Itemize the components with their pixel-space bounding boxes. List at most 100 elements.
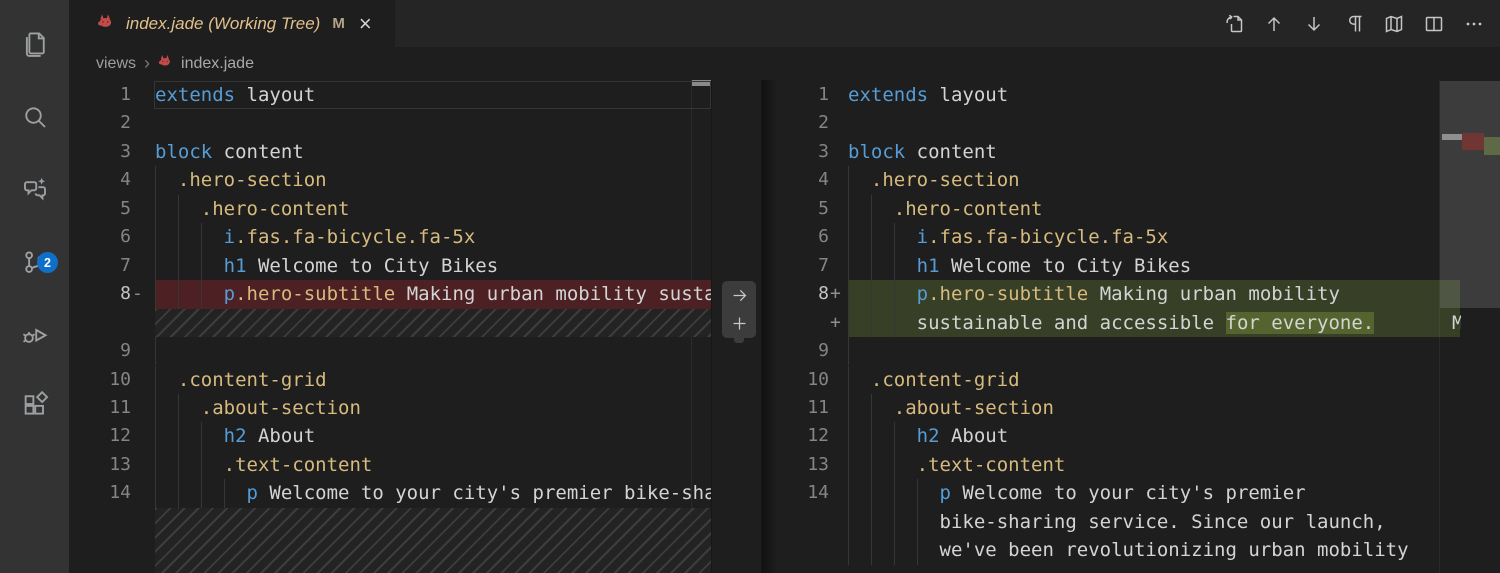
- line-number: 4: [120, 169, 131, 191]
- code-line[interactable]: 4 .hero-section: [69, 166, 711, 195]
- code-line[interactable]: 7 h1 Welcome to City Bikes: [69, 251, 711, 281]
- line-number: 10: [109, 368, 131, 390]
- code-line[interactable]: 1 extends layout: [69, 81, 711, 109]
- line-number: 6: [120, 226, 131, 248]
- breadcrumb-folder[interactable]: views: [96, 55, 136, 73]
- code-line[interactable]: 3 block content: [762, 138, 1500, 166]
- code-line[interactable]: 9: [69, 337, 711, 366]
- previous-change-icon[interactable]: [1260, 10, 1288, 38]
- code-line[interactable]: 5 .hero-content: [762, 194, 1500, 224]
- code-token: .hero-section: [177, 169, 327, 192]
- code-line-text: .hero-section: [155, 166, 327, 194]
- code-line[interactable]: 4 .hero-section: [762, 166, 1500, 195]
- code-token: h1: [916, 254, 940, 277]
- code-line[interactable]: 12 h2 About: [762, 422, 1500, 451]
- sidebar-item-run-debug[interactable]: [0, 308, 69, 366]
- diff-original-editor[interactable]: 1 extends layout 2 3 block content 4 .hero-se…: [69, 80, 711, 573]
- code-line-text: h2 About: [848, 422, 1009, 450]
- code-line[interactable]: 11 .about-section: [69, 393, 711, 423]
- code-line[interactable]: 7 h1 Welcome to City Bikes: [762, 251, 1500, 281]
- code-token: we've been revolutionizing urban mobilit…: [939, 539, 1409, 562]
- code-line[interactable]: 8- p.hero-subtitle Making urban mobility…: [69, 280, 711, 309]
- map-icon[interactable]: [1380, 10, 1408, 38]
- code-token: h2: [223, 425, 247, 448]
- chat-sparkle-icon: [20, 174, 50, 209]
- code-line[interactable]: 8 + p.hero-subtitle Making urban mobility: [762, 280, 1500, 309]
- next-change-icon[interactable]: [1300, 10, 1328, 38]
- diff-modified-editor[interactable]: M 1 extends layout 2 3 block content 4 .hero-…: [762, 80, 1500, 573]
- code-line[interactable]: 3 block content: [69, 138, 711, 166]
- split-editor-icon[interactable]: [1420, 10, 1448, 38]
- minimap-slider[interactable]: [1440, 81, 1500, 308]
- code-line[interactable]: 6 i.fas.fa-bicycle.fa-5x: [69, 223, 711, 252]
- code-line[interactable]: 2: [762, 109, 1500, 137]
- stage-change-plus-icon[interactable]: [722, 309, 756, 337]
- code-line[interactable]: 2: [69, 109, 711, 137]
- diff-gutter-widget: [722, 281, 756, 338]
- code-token: .hero-subtitle: [928, 283, 1089, 306]
- sidebar-item-search[interactable]: [0, 90, 69, 148]
- pane-edge-shadow: [762, 80, 777, 573]
- code-line[interactable]: 14 p Welcome to your city's premier bike…: [69, 479, 711, 508]
- more-actions-icon[interactable]: [1460, 10, 1488, 38]
- close-icon[interactable]: ×: [359, 12, 372, 34]
- code-line[interactable]: we've been revolutionizing urban mobilit…: [762, 536, 1500, 565]
- code-line-text: p.hero-subtitle Making urban mobility su…: [155, 280, 711, 308]
- code-line[interactable]: + sustainable and accessible for everyon…: [762, 308, 1500, 338]
- breadcrumb-file[interactable]: index.jade: [181, 55, 254, 73]
- revert-change-arrow-icon[interactable]: [722, 281, 756, 309]
- sidebar-item-extensions[interactable]: [0, 378, 69, 436]
- code-line[interactable]: bike-sharing service. Since our launch,: [762, 507, 1500, 537]
- code-token: .hero-content: [893, 197, 1043, 220]
- sidebar-item-chat[interactable]: [0, 162, 69, 220]
- code-token: .fas.fa-bicycle.fa-5x: [928, 226, 1169, 249]
- line-number: 7: [120, 254, 131, 276]
- line-number: 8: [120, 283, 131, 305]
- code-line[interactable]: 14 p Welcome to your city's premier: [762, 479, 1500, 508]
- tab-index-jade[interactable]: index.jade (Working Tree) M ×: [69, 0, 395, 47]
- chevron-right-icon: ›: [144, 53, 151, 73]
- minimap-added-mark: [1484, 137, 1500, 155]
- open-file-icon[interactable]: [1220, 10, 1248, 38]
- code-line[interactable]: 11 .about-section: [762, 393, 1500, 423]
- code-line-text: .text-content: [848, 451, 1066, 479]
- sidebar-item-explorer[interactable]: [0, 17, 69, 75]
- minimap-deleted-mark: [1462, 133, 1484, 150]
- code-token: .about-section: [893, 396, 1054, 419]
- code-line[interactable]: 6 i.fas.fa-bicycle.fa-5x: [762, 223, 1500, 252]
- code-line[interactable]: 13 .text-content: [69, 450, 711, 480]
- code-token: h2: [916, 425, 940, 448]
- code-token: content: [212, 140, 304, 163]
- code-token: block: [848, 140, 906, 163]
- code-line-text: .about-section: [155, 394, 361, 422]
- code-token: p: [916, 283, 929, 306]
- code-token: .hero-subtitle: [235, 283, 396, 306]
- vscode-diff-window: 2 index.jade (Working Tree) M × views ›: [0, 0, 1500, 573]
- code-line[interactable]: 13 .text-content: [762, 450, 1500, 480]
- line-number: 2: [120, 112, 131, 134]
- line-number: 5: [120, 197, 131, 219]
- code-line-text: i.fas.fa-bicycle.fa-5x: [848, 223, 1169, 251]
- minimap[interactable]: [1439, 80, 1500, 573]
- code-token: Welcome to City Bikes: [246, 254, 499, 277]
- code-line[interactable]: 12 h2 About: [69, 422, 711, 451]
- code-line[interactable]: 5 .hero-content: [69, 194, 711, 224]
- pilcrow-icon[interactable]: [1340, 10, 1368, 38]
- code-token: content: [905, 140, 997, 163]
- sidebar-item-source-control[interactable]: [0, 235, 69, 293]
- code-line[interactable]: 10 .content-grid: [69, 365, 711, 394]
- code-line[interactable]: 1 extends layout: [762, 81, 1500, 109]
- code-line[interactable]: 9: [762, 337, 1500, 366]
- code-token: extends: [155, 84, 236, 106]
- code-line[interactable]: 10 .content-grid: [762, 365, 1500, 394]
- widget-notch: [734, 337, 744, 343]
